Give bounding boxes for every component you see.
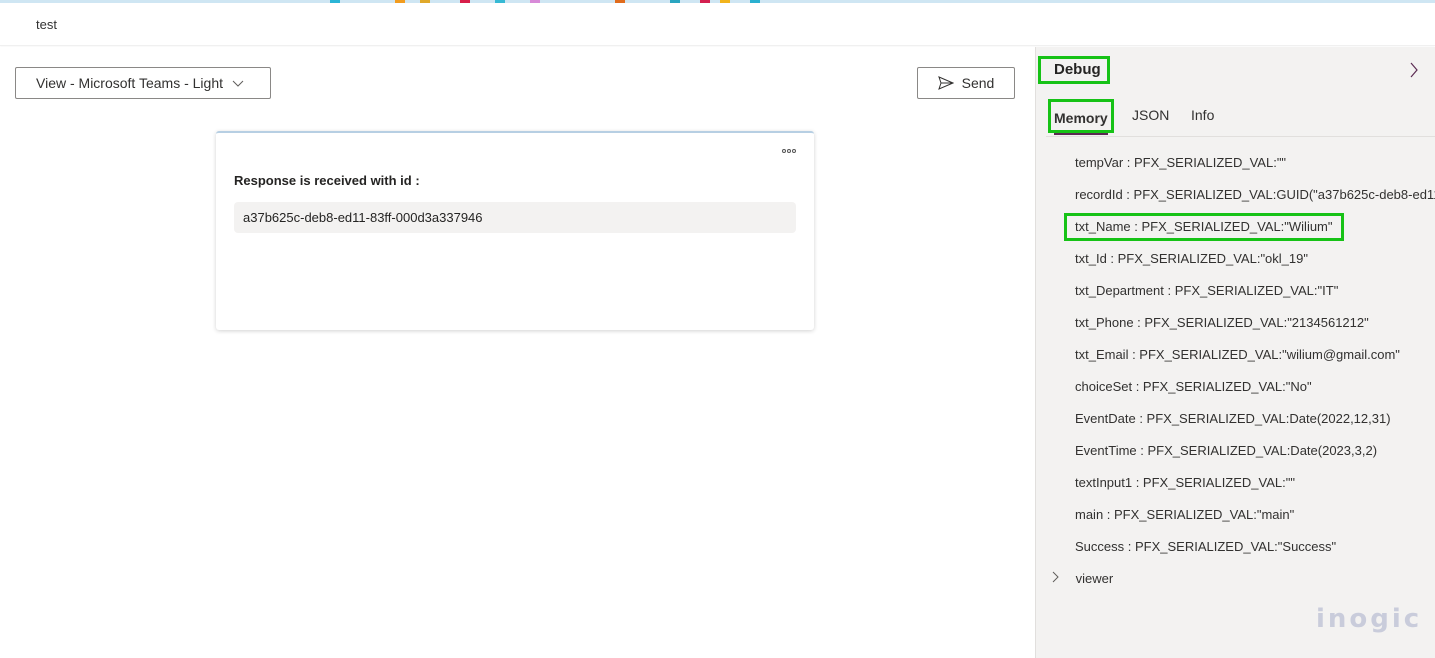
viewer-tree-node[interactable]: viewer <box>1050 569 1113 589</box>
send-button[interactable]: Send <box>917 67 1015 99</box>
adaptive-card-preview: Response is received with id : a37b625c-… <box>216 131 814 330</box>
app-title: test <box>36 17 57 32</box>
view-theme-label: View - Microsoft Teams - Light <box>36 75 223 91</box>
memory-item: EventDate : PFX_SERIALIZED_VAL:Date(2022… <box>1075 411 1391 426</box>
chevron-down-icon <box>232 80 244 87</box>
debug-tabs: Memory JSON Info <box>1046 99 1435 137</box>
card-heading: Response is received with id : <box>234 173 420 188</box>
inogic-watermark-logo: inogic <box>1316 604 1423 634</box>
tab-memory[interactable]: Memory <box>1048 99 1114 135</box>
memory-item: txt_Id : PFX_SERIALIZED_VAL:"okl_19" <box>1075 251 1308 266</box>
chevron-right-icon[interactable] <box>1407 61 1421 79</box>
record-id-field: a37b625c-deb8-ed11-83ff-000d3a337946 <box>234 202 796 233</box>
more-options-icon[interactable] <box>782 149 796 153</box>
tab-json[interactable]: JSON <box>1132 99 1169 133</box>
memory-item: txt_Email : PFX_SERIALIZED_VAL:"wilium@g… <box>1075 347 1400 362</box>
memory-item: recordId : PFX_SERIALIZED_VAL:GUID("a37b… <box>1075 187 1435 202</box>
app-header: test <box>0 3 1435 46</box>
memory-item: choiceSet : PFX_SERIALIZED_VAL:"No" <box>1075 379 1312 394</box>
memory-item: EventTime : PFX_SERIALIZED_VAL:Date(2023… <box>1075 443 1378 458</box>
memory-item: textInput1 : PFX_SERIALIZED_VAL:"" <box>1075 475 1295 490</box>
chevron-right-icon <box>1052 571 1059 583</box>
view-theme-dropdown[interactable]: View - Microsoft Teams - Light <box>15 67 271 99</box>
send-label: Send <box>961 75 995 91</box>
memory-item: txt_Phone : PFX_SERIALIZED_VAL:"21345612… <box>1075 315 1369 330</box>
send-icon <box>937 76 954 90</box>
viewer-label: viewer <box>1075 571 1114 586</box>
debug-title: Debug <box>1038 56 1110 84</box>
memory-item-highlighted: txt_Name : PFX_SERIALIZED_VAL:"Wilium" <box>1064 213 1344 241</box>
memory-item: tempVar : PFX_SERIALIZED_VAL:"" <box>1075 155 1287 170</box>
tab-info[interactable]: Info <box>1191 99 1214 133</box>
debug-panel: Debug Memory JSON Info tempVar : PFX_SER… <box>1035 47 1435 658</box>
designer-canvas: View - Microsoft Teams - Light Send Resp… <box>0 47 1035 658</box>
memory-item: main : PFX_SERIALIZED_VAL:"main" <box>1075 507 1295 522</box>
memory-item: Success : PFX_SERIALIZED_VAL:"Success" <box>1075 539 1337 554</box>
memory-item: txt_Department : PFX_SERIALIZED_VAL:"IT" <box>1075 283 1339 298</box>
